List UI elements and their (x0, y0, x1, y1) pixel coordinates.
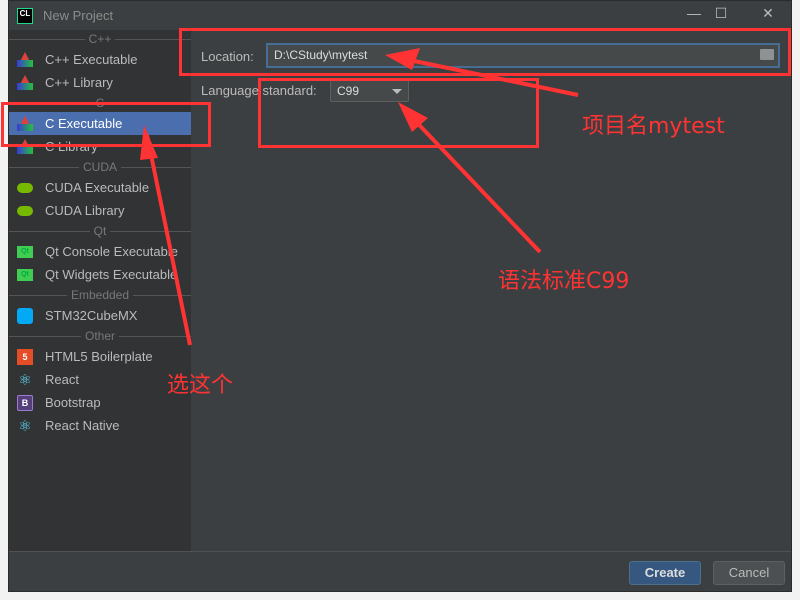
nvidia-icon (17, 182, 33, 193)
html5-icon: 5 (17, 348, 33, 365)
qt-icon: Qt (17, 268, 33, 281)
group-header: Qt (9, 222, 191, 240)
bootstrap-icon: B (17, 394, 33, 411)
item-label: HTML5 Boilerplate (45, 349, 153, 364)
annotation-box-standard (258, 78, 539, 148)
item-label: Bootstrap (45, 395, 101, 410)
project-type-item[interactable]: STM32CubeMX (9, 304, 191, 327)
react-icon: ⚛ (18, 417, 32, 435)
group-label: Embedded (66, 288, 134, 302)
dialog-footer: Create Cancel (9, 551, 791, 593)
close-icon[interactable]: ✕ (757, 5, 779, 25)
item-label: CUDA Library (45, 203, 125, 218)
group-label: C++ (84, 32, 116, 46)
clion-triangle-icon (17, 52, 33, 68)
project-type-item[interactable]: CUDA Executable (9, 176, 191, 199)
annotation-project-name: 项目名mytest (582, 114, 725, 139)
cancel-button[interactable]: Cancel (713, 561, 785, 585)
item-label: React Native (45, 418, 120, 433)
group-header: Embedded (9, 286, 191, 304)
item-label: C++ Library (45, 75, 113, 90)
group-label: Qt (89, 224, 111, 238)
group-header: C++ (9, 30, 191, 48)
annotation-box-location (179, 28, 791, 76)
title-bar: CL New Project — ☐ ✕ (9, 1, 791, 30)
nvidia-icon (17, 205, 33, 216)
item-label: React (45, 372, 79, 387)
annotation-standard: 语法标准C99 (498, 269, 630, 294)
clion-logo-icon: CL (17, 7, 33, 24)
project-type-item[interactable]: Qt Qt Widgets Executable (9, 263, 191, 286)
window-title: New Project (43, 8, 114, 23)
clion-triangle-icon (17, 75, 33, 91)
maximize-icon[interactable]: ☐ (710, 5, 732, 25)
item-label: CUDA Executable (45, 180, 150, 195)
project-type-item[interactable]: ⚛ React Native (9, 414, 191, 437)
item-label: C++ Executable (45, 52, 138, 67)
project-type-item[interactable]: Qt Qt Console Executable (9, 240, 191, 263)
group-label: Other (80, 329, 119, 343)
project-type-item[interactable]: C++ Executable (9, 48, 191, 71)
item-label: STM32CubeMX (45, 308, 138, 323)
annotation-box-selection (1, 102, 211, 147)
project-type-item[interactable]: C++ Library (9, 71, 191, 94)
project-type-item[interactable]: B Bootstrap (9, 391, 191, 414)
project-type-item[interactable]: 5 HTML5 Boilerplate (9, 345, 191, 368)
annotation-choose: 选这个 (167, 373, 234, 398)
group-header: Other (9, 327, 191, 345)
qt-icon: Qt (17, 245, 33, 258)
group-label: CUDA (78, 160, 121, 174)
item-label: Qt Widgets Executable (45, 267, 178, 282)
react-icon: ⚛ (18, 371, 32, 389)
project-type-item[interactable]: ⚛ React (9, 368, 191, 391)
item-label: Qt Console Executable (45, 244, 178, 259)
cube-icon (17, 307, 33, 324)
create-button[interactable]: Create (629, 561, 701, 585)
project-type-item[interactable]: CUDA Library (9, 199, 191, 222)
minimize-icon[interactable]: — (683, 5, 705, 25)
group-header: CUDA (9, 158, 191, 176)
